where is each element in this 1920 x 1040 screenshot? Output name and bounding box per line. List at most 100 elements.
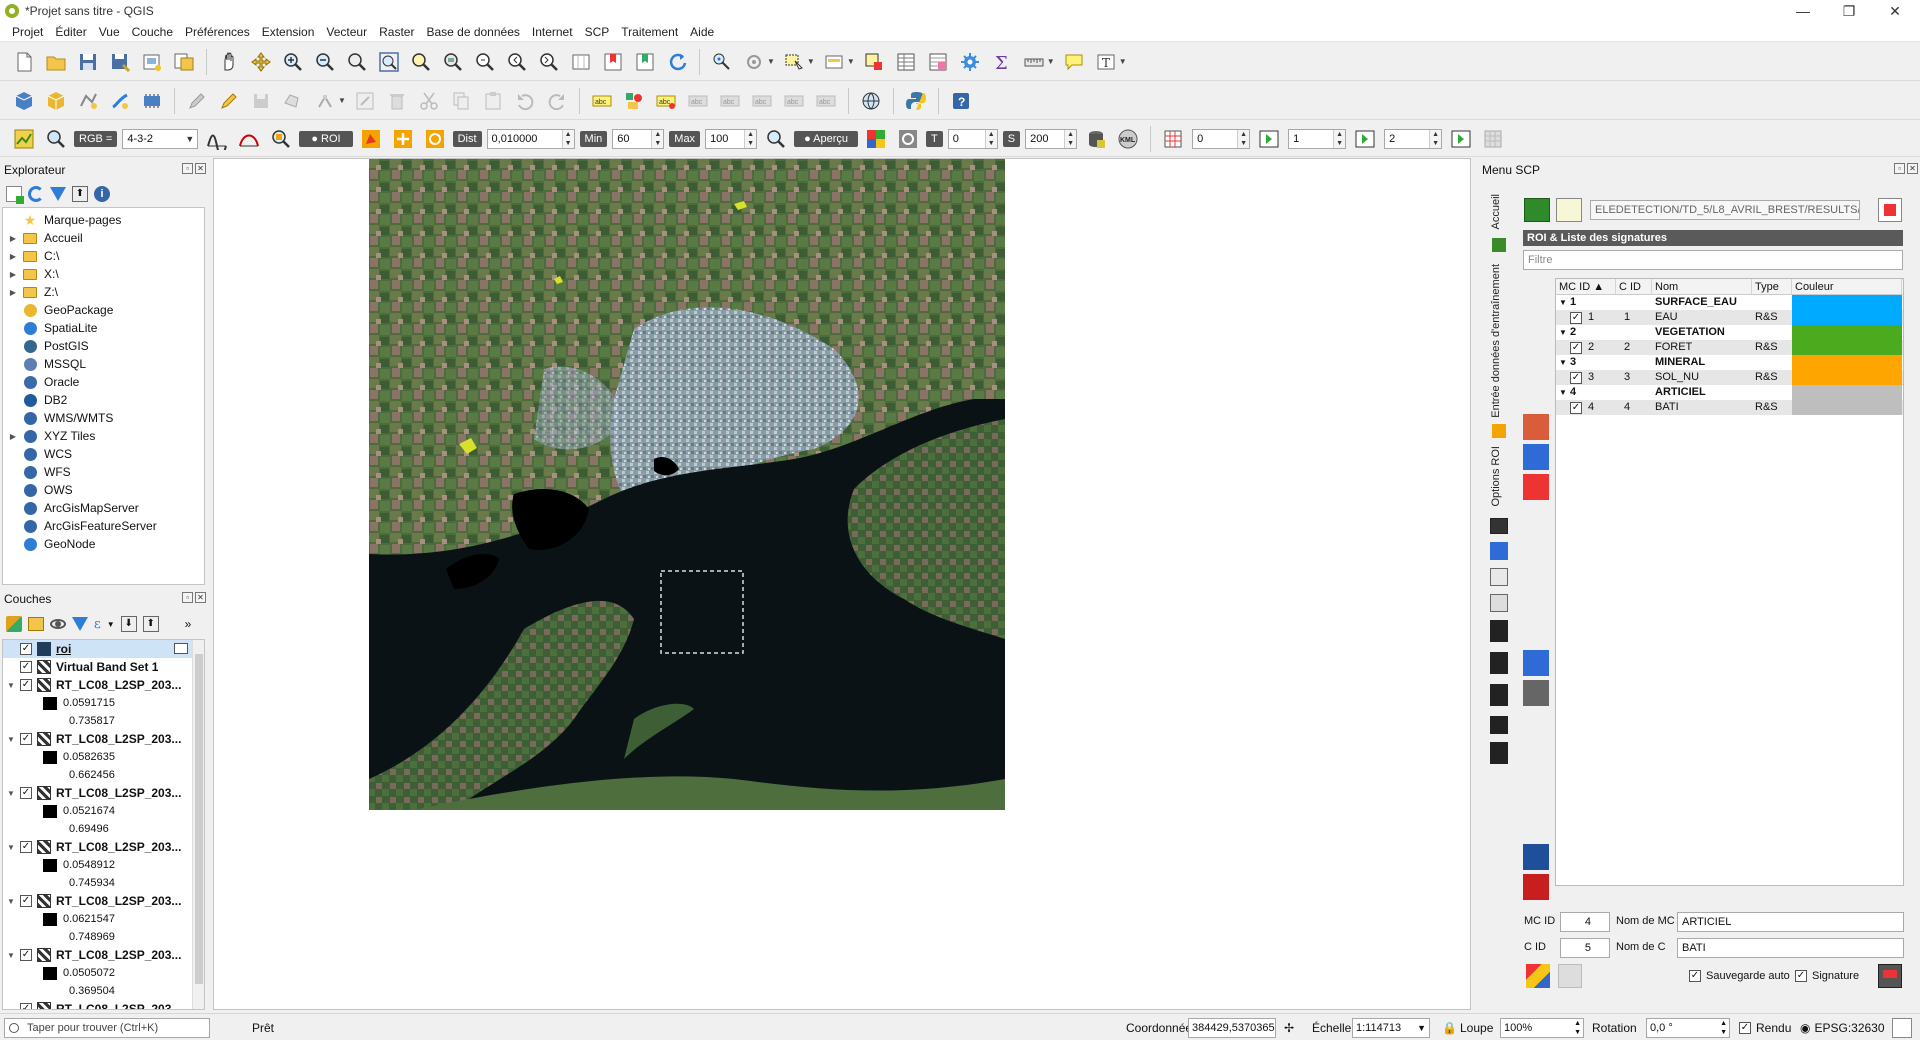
menu-scp[interactable]: SCP [579, 25, 616, 39]
new-spatialite-icon[interactable] [107, 88, 133, 114]
field-calculator-icon[interactable] [925, 49, 951, 75]
menu-projet[interactable]: Projet [6, 25, 49, 39]
zoom-out-icon[interactable] [312, 49, 338, 75]
s-spinbox[interactable]: 200 ▲ ▼ [1025, 128, 1078, 149]
dock-tool-8-icon[interactable] [1490, 716, 1508, 734]
copy-features-icon[interactable] [448, 88, 474, 114]
browser-item[interactable]: SpatiaLite [3, 319, 204, 337]
close-panel-button[interactable]: ✕ [195, 592, 206, 603]
layer-visibility-checkbox[interactable]: ✓ [20, 895, 32, 907]
manage-visibility-eye-icon[interactable] [50, 619, 66, 629]
mc-id-spinbox[interactable]: 4 [1560, 912, 1610, 932]
zoom-rubber-icon[interactable] [344, 49, 370, 75]
local-cumulative-stretch-icon[interactable] [204, 126, 230, 152]
create-roi-polygon-icon[interactable] [358, 126, 384, 152]
tab-accueil[interactable]: Accueil [1490, 194, 1502, 229]
locator-search[interactable]: Taper pour trouver (Ctrl+K) [4, 1018, 210, 1038]
modify-attributes-icon[interactable] [352, 88, 378, 114]
collapse-layers-icon[interactable]: ⬆ [142, 616, 159, 632]
browser-item[interactable]: GeoPackage [3, 301, 204, 319]
browser-item[interactable]: GeoNode [3, 535, 204, 553]
bookmark-new-icon[interactable] [600, 49, 626, 75]
menu-vecteur[interactable]: Vecteur [320, 25, 373, 39]
map-canvas[interactable] [213, 158, 1471, 1010]
tab-roi-options[interactable]: Options ROI [1490, 446, 1502, 507]
signature-filter-input[interactable]: Filtre [1523, 250, 1903, 270]
select-by-value-icon[interactable] [821, 49, 847, 75]
browser-item[interactable]: ArcGisMapServer [3, 499, 204, 517]
new-memory-layer-icon[interactable] [139, 88, 165, 114]
menu-couche[interactable]: Couche [126, 25, 179, 39]
float-panel-button[interactable]: ▫ [1894, 163, 1905, 174]
add-signature-icon[interactable] [1523, 444, 1549, 470]
menu-base-de-donnees[interactable]: Base de données [420, 25, 525, 39]
expand-chevron-icon[interactable]: ▶ [7, 270, 19, 279]
attribute-table-icon[interactable] [893, 49, 919, 75]
zoom-preview-icon[interactable] [763, 126, 789, 152]
browser-item[interactable]: PostGIS [3, 337, 204, 355]
max-spinbox[interactable]: 100 ▲ ▼ [705, 128, 758, 149]
menu-traitement[interactable]: Traitement [615, 25, 684, 39]
band-a-next-icon[interactable] [1256, 126, 1282, 152]
kml-icon[interactable]: KML [1115, 126, 1141, 152]
delete-selected-icon[interactable] [384, 88, 410, 114]
print-layout-button[interactable] [139, 49, 165, 75]
layer-visibility-checkbox[interactable]: ✓ [20, 787, 32, 799]
mc-color-swatch[interactable] [1792, 355, 1902, 370]
identify-icon[interactable] [709, 49, 735, 75]
refresh-icon[interactable] [664, 49, 690, 75]
filter-legend-icon[interactable] [72, 617, 88, 631]
expand-chevron-icon[interactable]: ▶ [7, 432, 19, 441]
coord-toggle-icon[interactable]: ✢ [1284, 1018, 1294, 1038]
expand-chevron-icon[interactable]: ▼ [5, 951, 17, 960]
deselect-icon[interactable] [861, 49, 887, 75]
c-id-spinbox[interactable]: 5 [1560, 938, 1610, 958]
col-type[interactable]: Type [1752, 279, 1792, 294]
menu-aide[interactable]: Aide [684, 25, 720, 39]
new-shapefile-icon[interactable] [75, 88, 101, 114]
dock-tool-1-icon[interactable] [1490, 518, 1508, 534]
band-grid-icon[interactable] [1160, 126, 1186, 152]
paste-features-icon[interactable] [480, 88, 506, 114]
new-map-view-icon[interactable] [568, 49, 594, 75]
delete-signature-icon[interactable] [1523, 474, 1549, 500]
rotate-label-icon[interactable]: abc [749, 88, 775, 114]
dist-spinbox[interactable]: 0,010000 ▲ ▼ [486, 128, 575, 149]
messages-icon[interactable] [1892, 1018, 1912, 1038]
t-spinbox[interactable]: 0 ▲ ▼ [947, 128, 998, 149]
dock-tool-7-icon[interactable] [1490, 684, 1508, 706]
map-tips-icon[interactable] [1061, 49, 1087, 75]
add-feature-icon[interactable] [280, 88, 306, 114]
layer-item[interactable]: ✓ roi [3, 640, 204, 658]
browser-item[interactable]: ▶ Accueil [3, 229, 204, 247]
change-label-icon[interactable]: abc [781, 88, 807, 114]
browser-item[interactable]: WMS/WMTS [3, 409, 204, 427]
browser-item[interactable]: ▶ X:\ [3, 265, 204, 283]
layout-manager-button[interactable] [171, 49, 197, 75]
layer-item[interactable]: ▼ ✓ RT_LC08_L2SP_203... [3, 784, 204, 802]
macroclass-row[interactable]: ▼ 2 VEGETATION [1556, 325, 1903, 340]
col-name[interactable]: Nom [1652, 279, 1752, 294]
menu-editer[interactable]: Éditer [49, 25, 92, 39]
add-group-icon[interactable] [28, 617, 44, 631]
layer-item[interactable]: ▼ ✓ RT_LC08_L2SP_203... [3, 730, 204, 748]
info-icon[interactable]: i [94, 186, 110, 202]
dock-tool-6-icon[interactable] [1490, 652, 1508, 674]
move-up-icon[interactable] [1523, 874, 1549, 900]
layer-visibility-checkbox[interactable]: ✓ [20, 841, 32, 853]
browser-item[interactable]: Oracle [3, 373, 204, 391]
pin-labels-icon[interactable]: abc [653, 88, 679, 114]
plugin-world-icon[interactable] [858, 88, 884, 114]
float-panel-button[interactable]: ▫ [182, 163, 193, 174]
label-abc-icon[interactable]: abc [589, 88, 615, 114]
browser-item[interactable]: ▶ C:\ [3, 247, 204, 265]
zoom-full-icon[interactable] [376, 49, 402, 75]
menu-raster[interactable]: Raster [373, 25, 420, 39]
redo-roi-icon[interactable] [422, 126, 448, 152]
expand-chevron-icon[interactable]: ▶ [7, 252, 19, 261]
class-row[interactable]: ✓ 2 2 FORET R&S [1556, 340, 1903, 355]
local-std-stretch-icon[interactable] [236, 126, 262, 152]
expand-chevron-icon[interactable]: ▶ [7, 288, 19, 297]
magnifier-spinbox[interactable]: 100% ▲ ▼ [1500, 1018, 1584, 1038]
browser-item[interactable]: WFS [3, 463, 204, 481]
